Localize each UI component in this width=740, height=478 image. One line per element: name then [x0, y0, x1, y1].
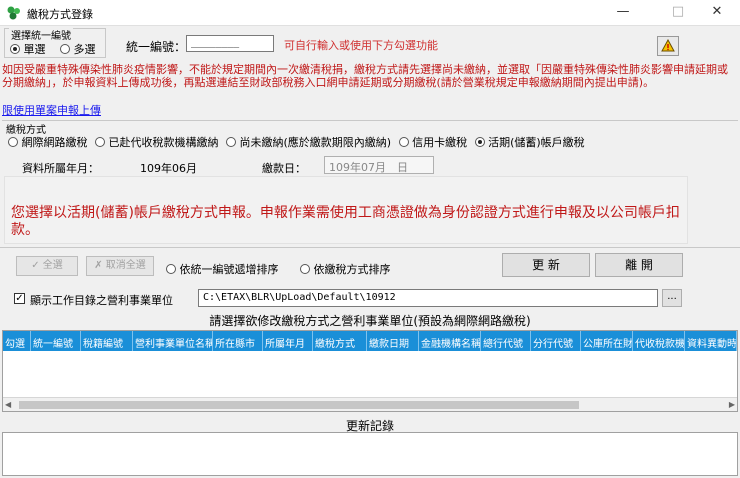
method-label: 尚未繳納(應於繳款期限內繳納) — [239, 136, 392, 149]
directory-path-input[interactable]: C:\ETAX\BLR\UpLoad\Default\10912 — [198, 289, 658, 307]
due-date-label: 繳款日： — [262, 162, 306, 175]
method-label: 信用卡繳稅 — [412, 136, 468, 149]
grid-header: 勾選 統一編號 稅籍編號 營利事業單位名稱 所在縣市 所屬年月 繳稅方式 繳款日… — [3, 331, 737, 351]
divider — [0, 247, 740, 248]
column-header[interactable]: 營利事業單位名稱 — [133, 331, 213, 351]
sort-by-uid-radio[interactable]: 依統一編號遞增排序 — [166, 261, 279, 277]
multi-select-radio[interactable]: 多選 — [60, 41, 96, 57]
radio-icon — [60, 44, 70, 54]
single-case-upload-link[interactable]: 限使用單案申報上傳 — [2, 102, 101, 118]
column-header[interactable]: 勾選 — [3, 331, 31, 351]
sort-by-method-label: 依繳稅方式排序 — [313, 263, 391, 276]
scroll-left-icon[interactable]: ◀ — [5, 400, 11, 409]
single-select-label: 單選 — [23, 43, 46, 56]
method-credit-card-radio[interactable]: 信用卡繳稅 — [398, 134, 468, 150]
help-button[interactable] — [657, 36, 679, 56]
message-panel: 您選擇以活期(儲蓄)帳戶繳稅方式申報。申報作業需使用工商憑證做為身份認證方式進行… — [4, 176, 688, 244]
column-header[interactable]: 所在縣市 — [213, 331, 263, 351]
column-header[interactable]: 代收稅款機 — [633, 331, 685, 351]
column-header[interactable]: 繳稅方式 — [313, 331, 367, 351]
radio-icon — [10, 44, 20, 54]
scrollbar-thumb[interactable] — [19, 401, 579, 409]
selection-mode-group: 選擇統一編號 單選 多選 — [4, 27, 106, 58]
scroll-right-icon[interactable]: ▶ — [729, 400, 735, 409]
payment-message: 您選擇以活期(儲蓄)帳戶繳稅方式申報。申報作業需使用工商憑證做為身份認證方式進行… — [11, 205, 680, 238]
column-header[interactable]: 稅籍編號 — [81, 331, 133, 351]
column-header[interactable]: 繳款日期 — [367, 331, 419, 351]
grid-horizontal-scrollbar[interactable]: ◀ ▶ — [3, 397, 737, 411]
single-select-radio[interactable]: 單選 — [10, 41, 46, 57]
radio-icon — [95, 137, 105, 147]
minimize-button[interactable]: — — [600, 0, 646, 26]
method-paid-radio[interactable]: 已赴代收稅款機構繳納 — [95, 134, 219, 150]
radio-icon — [300, 264, 310, 274]
radio-icon — [398, 137, 409, 147]
column-header[interactable]: 總行代號 — [481, 331, 531, 351]
multi-select-label: 多選 — [73, 43, 96, 56]
selection-mode-legend: 選擇統一編號 — [9, 27, 73, 42]
uid-input[interactable]: ________ — [186, 35, 274, 52]
title-bar: 繳稅方式登錄 — □ ✕ — [0, 0, 740, 26]
column-header[interactable]: 分行代號 — [531, 331, 581, 351]
column-header[interactable]: 金融機構名稱 — [419, 331, 481, 351]
method-internet-radio[interactable]: 網際網路繳稅 — [8, 134, 88, 150]
business-unit-grid[interactable]: 勾選 統一編號 稅籍編號 營利事業單位名稱 所在縣市 所屬年月 繳稅方式 繳款日… — [2, 330, 738, 412]
uid-label: 統一編號： — [126, 40, 187, 54]
app-icon — [7, 6, 20, 20]
radio-icon — [226, 137, 236, 147]
radio-icon — [166, 264, 176, 274]
period-label: 資料所屬年月： — [22, 162, 99, 175]
sort-by-uid-label: 依統一編號遞增排序 — [179, 263, 279, 276]
deselect-all-button[interactable]: ✗ 取消全選 — [86, 256, 154, 276]
method-unpaid-radio[interactable]: 尚未繳納(應於繳款期限內繳納) — [226, 134, 391, 150]
column-header[interactable]: 公庫所在財 — [581, 331, 633, 351]
browse-button[interactable]: ... — [662, 289, 682, 307]
select-all-label: 全選 — [42, 260, 63, 271]
window-title: 繳稅方式登錄 — [27, 8, 93, 21]
covid-notice: 如因受嚴重特殊傳染性肺炎疫情影響，不能於規定期間內一次繳清稅捐，繳稅方式請先選擇… — [2, 63, 728, 89]
update-log-box[interactable] — [2, 432, 738, 476]
radio-icon — [474, 137, 485, 147]
column-header[interactable]: 資料異動時 — [685, 331, 737, 351]
select-all-button[interactable]: ✓ 全選 — [16, 256, 78, 276]
close-button[interactable]: ✕ — [694, 0, 740, 26]
uid-hint: 可自行輸入或使用下方勾選功能 — [284, 39, 438, 52]
method-label: 網際網路繳稅 — [21, 136, 88, 149]
radio-icon — [8, 137, 18, 147]
deselect-all-label: 取消全選 — [105, 260, 146, 271]
leave-button[interactable]: 離 開 — [595, 253, 683, 277]
show-directory-checkbox[interactable]: ✓ — [14, 293, 25, 304]
grid-caption: 請選擇欲修改繳稅方式之營利事業單位(預設為網際網路繳稅) — [209, 314, 531, 328]
warning-icon — [661, 38, 675, 52]
method-label: 活期(儲蓄)帳戶繳稅 — [488, 136, 585, 149]
period-value: 109年06月 — [140, 162, 197, 175]
payment-method-group: 繳稅方式 網際網路繳稅 已赴代收稅款機構繳納 尚未繳納(應於繳款期限內繳納) 信… — [2, 120, 738, 152]
refresh-button[interactable]: 更 新 — [502, 253, 590, 277]
method-bank-account-radio[interactable]: 活期(儲蓄)帳戶繳稅 — [474, 134, 585, 150]
column-header[interactable]: 所屬年月 — [263, 331, 313, 351]
due-date-input[interactable]: 109年07月 日 — [324, 156, 434, 174]
show-directory-label: 顯示工作目錄之營利事業單位 — [30, 294, 173, 307]
method-label: 已赴代收稅款機構繳納 — [108, 136, 219, 149]
payment-method-options: 網際網路繳稅 已赴代收稅款機構繳納 尚未繳納(應於繳款期限內繳納) 信用卡繳稅 … — [8, 134, 589, 150]
sort-by-method-radio[interactable]: 依繳稅方式排序 — [300, 261, 391, 277]
column-header[interactable]: 統一編號 — [31, 331, 81, 351]
